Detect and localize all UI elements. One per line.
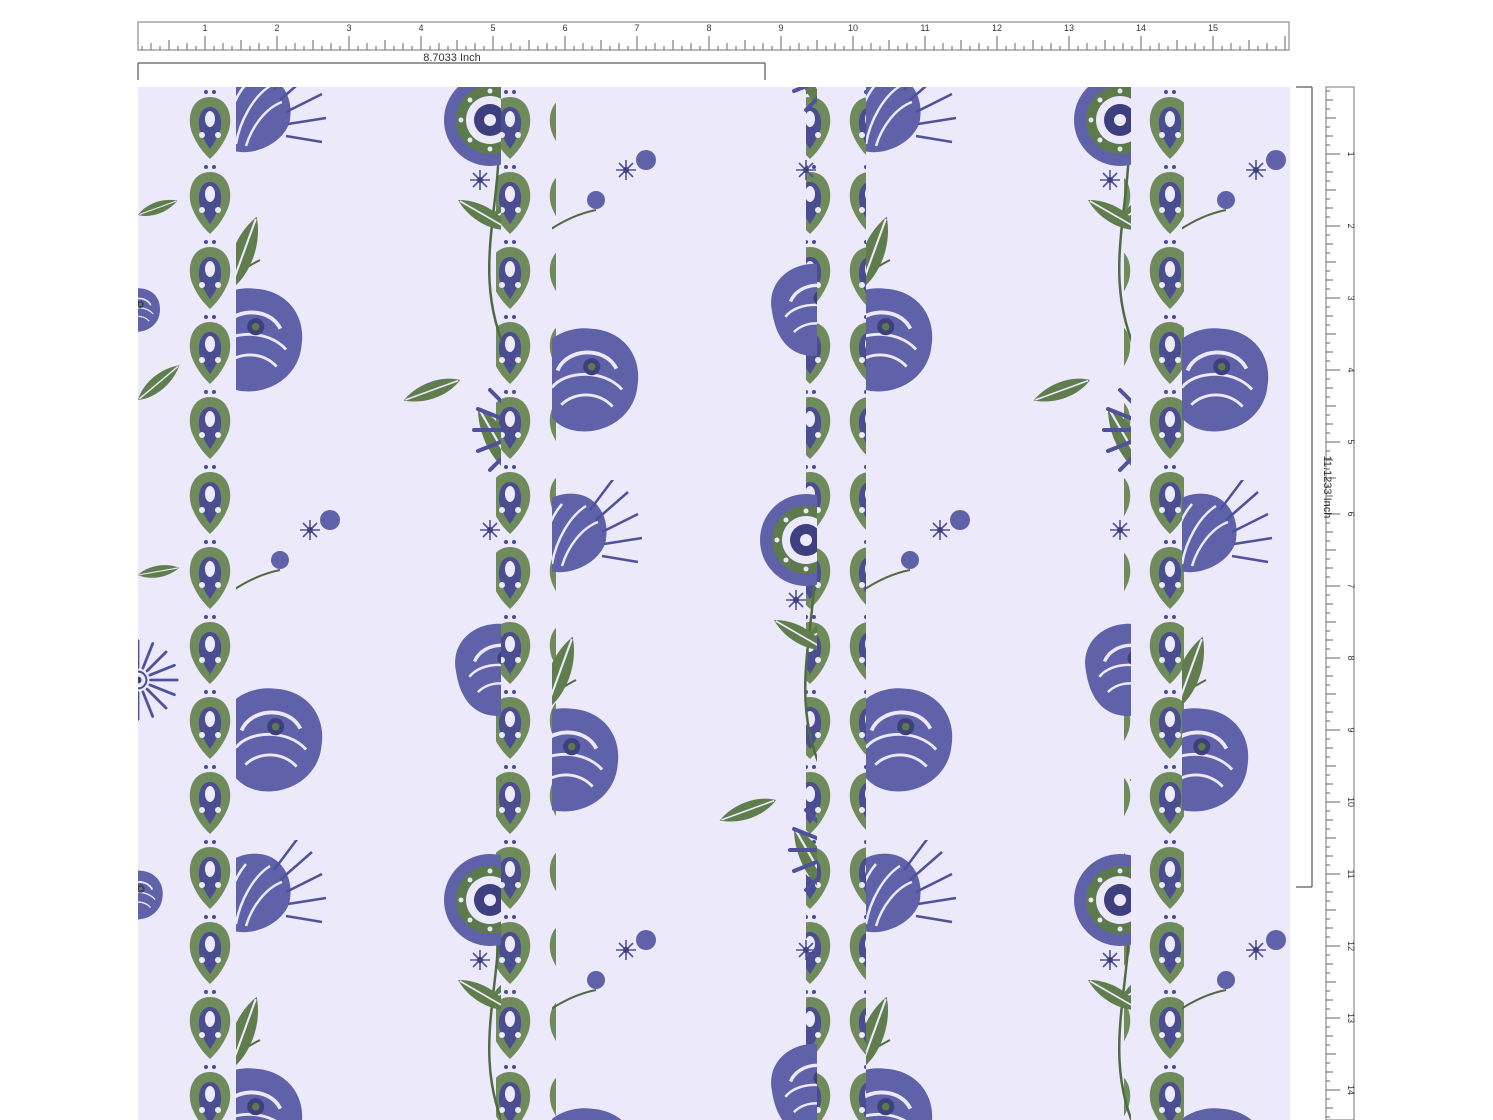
border-stripe: [184, 87, 244, 1120]
floral-column: [866, 87, 1131, 1120]
ruler-number: 12: [992, 23, 1002, 33]
ruler-number: 10: [848, 23, 858, 33]
ruler-number: 12: [1346, 941, 1356, 951]
ruler-number: 11: [920, 23, 929, 33]
ruler-number: 15: [1208, 23, 1218, 33]
border-stripe: [1124, 87, 1184, 1120]
right-ruler: 1234567891011121314: [1325, 86, 1356, 1120]
ruler-number: 4: [418, 23, 423, 33]
ruler-number: 7: [1346, 583, 1356, 588]
ruler-number: 3: [346, 23, 351, 33]
ruler-number: 2: [274, 23, 279, 33]
top-ruler: 1 2 3 4 5 6 7 8 9 10 11 12 13 14 15: [137, 21, 1290, 51]
ruler-number: 5: [1346, 439, 1356, 444]
ruler-number: 6: [562, 23, 567, 33]
fabric-swatch: [138, 87, 1290, 1120]
ruler-number: 6: [1346, 511, 1356, 516]
width-dimension: 8.7033 Inch: [137, 52, 766, 80]
width-label: 8.7033 Inch: [423, 52, 481, 64]
ruler-number: 1: [202, 23, 207, 33]
height-label: 11.1233 Inch: [1321, 456, 1333, 519]
ruler-number: 9: [778, 23, 783, 33]
fabric-preview: 1 2 3 4 5 6 7 8 9 10 11 12 13 14 15 8.7033 Inch 123456…: [137, 21, 1356, 1120]
ruler-number: 3: [1346, 295, 1356, 300]
ruler-number: 14: [1346, 1085, 1356, 1095]
ruler-number: 14: [1136, 23, 1146, 33]
ruler-number: 9: [1346, 727, 1356, 732]
floral-column: [236, 87, 501, 1120]
floral-column: [552, 87, 817, 1120]
ruler-number: 13: [1346, 1013, 1356, 1023]
border-stripe: [496, 87, 556, 1120]
ruler-number: 10: [1346, 797, 1356, 807]
ruler-number: 4: [1346, 367, 1356, 372]
ruler-number: 2: [1346, 223, 1356, 228]
ruler-number: 8: [1346, 655, 1356, 660]
ruler-number: 13: [1064, 23, 1074, 33]
ruler-number: 11: [1346, 869, 1356, 878]
ruler-number: 8: [706, 23, 711, 33]
ruler-number: 5: [490, 23, 495, 33]
ruler-number: 1: [1346, 151, 1356, 156]
ruler-number: 7: [634, 23, 639, 33]
floral-column: [1182, 87, 1290, 1120]
